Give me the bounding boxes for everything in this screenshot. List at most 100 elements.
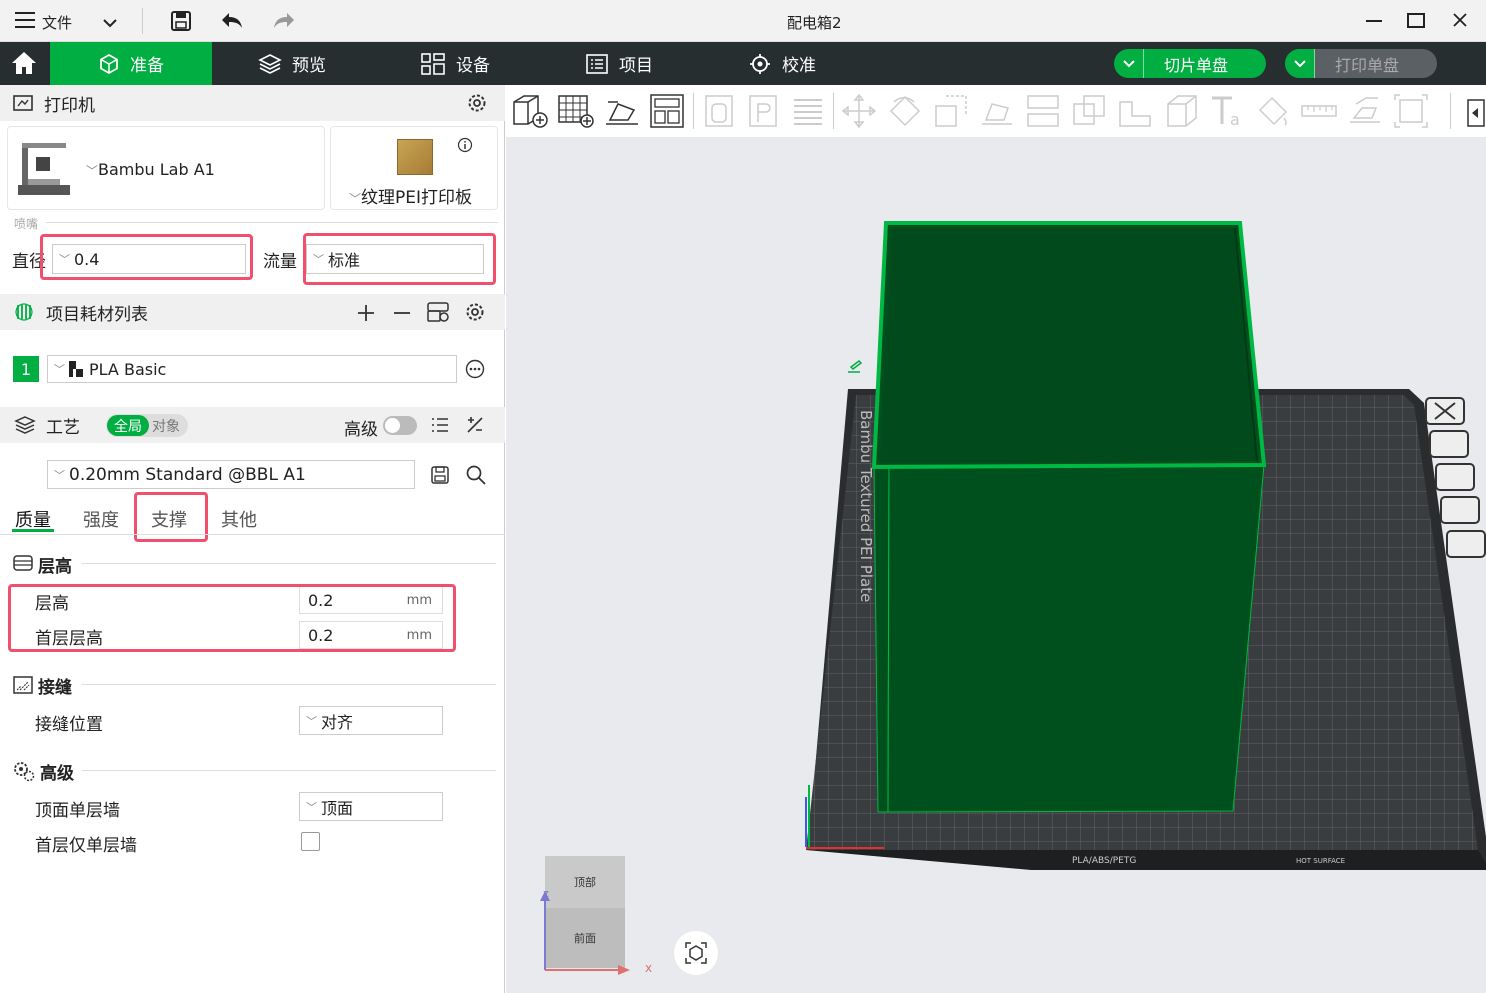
printer-icon — [13, 95, 33, 111]
filament-section-header: 项目耗材列表 — [0, 294, 505, 330]
hot-surface-label: HOT SURFACE — [1296, 857, 1345, 865]
auto-orient-icon[interactable] — [602, 92, 642, 130]
add-object-icon[interactable] — [510, 92, 550, 130]
seam-position-value: 对齐 — [321, 712, 354, 732]
minimize-icon[interactable] — [1366, 20, 1382, 22]
lay-on-face-icon — [982, 103, 1012, 125]
tab-prepare[interactable]: 准备 — [50, 42, 212, 85]
text-tool-icon: a — [1212, 96, 1240, 129]
flow-label: 流量 — [263, 252, 297, 272]
arrange-view-icon[interactable] — [1435, 463, 1475, 491]
subtab-strength[interactable]: 强度 — [83, 506, 119, 532]
plate-card[interactable]: ﹀纹理PEI打印板 — [330, 126, 498, 210]
more-options-icon[interactable] — [465, 359, 485, 379]
scope-toggle[interactable]: 全局 对象 — [106, 414, 188, 437]
divider — [693, 93, 694, 129]
divider — [0, 534, 505, 535]
maximize-icon[interactable] — [1407, 13, 1425, 28]
lock-view-icon[interactable] — [1440, 496, 1480, 524]
split-parts-icon — [749, 95, 777, 127]
group-title: 接缝 — [38, 678, 72, 698]
file-menu[interactable]: 文件 — [42, 12, 72, 33]
layers-editing-icon — [794, 99, 822, 125]
tab-label: 准备 — [130, 56, 164, 76]
filament-slot-badge[interactable]: 1 — [13, 356, 39, 382]
title-bar: 文件 配电箱2 — [0, 0, 1486, 42]
top-single-wall-select[interactable]: ﹀ 顶面 — [299, 792, 443, 821]
divider — [82, 684, 496, 685]
slice-plate-button[interactable]: 切片单盘 — [1114, 49, 1266, 78]
section-title: 工艺 — [46, 417, 80, 438]
svg-text:a: a — [1230, 110, 1240, 129]
orient-view-icon[interactable] — [1429, 430, 1469, 458]
undo-icon[interactable] — [220, 10, 244, 36]
scope-global[interactable]: 全局 — [107, 415, 149, 436]
group-title: 层高 — [38, 557, 72, 577]
filament-material: PLA Basic — [89, 359, 167, 379]
list-view-icon[interactable] — [430, 416, 450, 434]
compare-icon[interactable] — [465, 415, 485, 435]
top-single-wall-value: 顶面 — [321, 798, 354, 818]
save-icon[interactable] — [170, 10, 192, 36]
chevron-down-icon[interactable] — [1285, 49, 1315, 78]
move-icon — [841, 93, 877, 129]
scope-object[interactable]: 对象 — [152, 416, 180, 436]
close-view-icon[interactable] — [1425, 397, 1465, 425]
close-icon[interactable] — [1452, 12, 1468, 32]
split-objects-icon — [705, 95, 733, 127]
3d-viewport[interactable]: PLA/ABS/PETG HOT SURFACE Bambu Textured … — [506, 85, 1486, 993]
add-plate-icon[interactable] — [556, 92, 596, 130]
seam-position-select[interactable]: ﹀ 对齐 — [299, 706, 443, 735]
search-icon[interactable] — [465, 464, 487, 486]
eye-view-icon[interactable] — [1446, 530, 1486, 558]
arrange-icon[interactable] — [648, 92, 688, 130]
highlight-box — [40, 234, 253, 280]
highlight-box — [303, 233, 496, 285]
hamburger-menu-icon[interactable] — [14, 10, 36, 34]
gear-icon[interactable] — [464, 301, 486, 323]
seam-icon — [13, 676, 33, 694]
collapse-toolbar-icon[interactable] — [1466, 98, 1486, 128]
x-axis-label: x — [645, 961, 653, 975]
model-interior — [880, 228, 1257, 463]
filament-type-icon — [69, 361, 83, 377]
tab-calibration[interactable]: 校准 — [748, 42, 816, 85]
home-icon[interactable] — [10, 50, 38, 80]
color-paint-icon — [1258, 96, 1288, 126]
plate-label: Bambu Textured PEI Plate — [857, 410, 875, 602]
viewport-toolbar: a — [506, 85, 1486, 137]
chevron-down-icon[interactable] — [102, 14, 118, 33]
add-icon[interactable] — [356, 303, 376, 323]
edit-pencil-icon[interactable] — [848, 360, 863, 373]
slice-label: 切片单盘 — [1164, 55, 1229, 75]
plate-footer-label: PLA/ABS/PETG — [1072, 856, 1136, 866]
process-preset-select[interactable]: ﹀ 0.20mm Standard @BBL A1 — [47, 460, 415, 489]
advanced-toggle[interactable] — [383, 416, 417, 435]
tab-label: 设备 — [456, 56, 490, 76]
chevron-down-icon[interactable] — [1114, 49, 1144, 78]
z-axis-label: z — [543, 887, 549, 900]
print-plate-button[interactable]: 打印单盘 — [1285, 49, 1437, 78]
printer-card[interactable]: ﹀Bambu Lab A1 — [7, 126, 325, 210]
info-icon[interactable] — [457, 137, 473, 153]
reset-view-button[interactable] — [674, 931, 718, 975]
save-preset-icon[interactable] — [430, 465, 450, 485]
scale-icon — [935, 95, 967, 127]
measure-icon — [1301, 105, 1337, 117]
tab-project[interactable]: 项目 — [585, 42, 653, 85]
group-title: 高级 — [40, 764, 74, 784]
filament-select[interactable]: ﹀ PLA Basic — [47, 355, 457, 383]
subtab-other[interactable]: 其他 — [221, 506, 257, 532]
gear-icon[interactable] — [466, 92, 488, 114]
divider — [46, 222, 498, 223]
remove-icon[interactable] — [392, 303, 412, 323]
reset-view-icon — [685, 942, 707, 964]
tab-label: 项目 — [619, 56, 653, 76]
filament-sync-icon[interactable] — [426, 300, 450, 324]
first-layer-single-wall-checkbox[interactable] — [301, 832, 320, 851]
tab-device[interactable]: 设备 — [420, 42, 490, 85]
tab-preview[interactable]: 预览 — [258, 42, 326, 85]
redo-icon[interactable] — [272, 10, 296, 36]
cut-icon — [1027, 95, 1059, 127]
boolean-icon — [1073, 95, 1105, 125]
